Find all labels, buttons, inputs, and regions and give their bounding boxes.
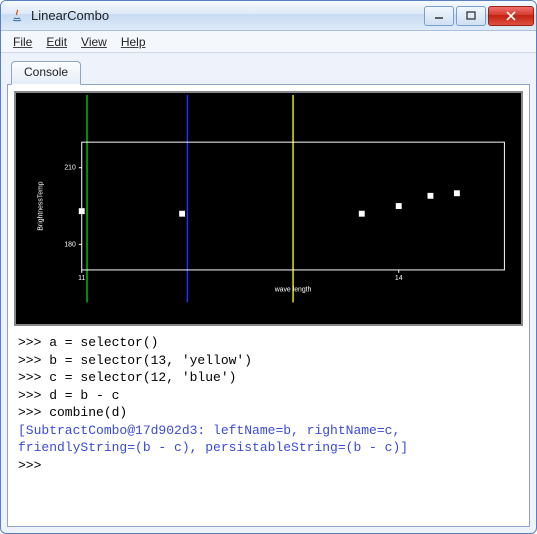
client-area: Console 180 210 11 14 wave length BrightnessT… [1, 53, 536, 533]
data-point [79, 208, 85, 214]
console-output-line: [SubtractCombo@17d902d3: leftName=b, rig… [18, 422, 519, 457]
maximize-button[interactable] [456, 6, 486, 26]
console-output[interactable]: >>> a = selector()>>> b = selector(13, '… [14, 326, 523, 520]
console-input-line: >>> [18, 457, 519, 475]
menubar: File Edit View Help [1, 31, 536, 53]
java-app-icon [9, 8, 25, 24]
data-point [179, 211, 185, 217]
plot-area[interactable]: 180 210 11 14 wave length BrightnessTemp [14, 91, 523, 326]
menu-view[interactable]: View [75, 33, 113, 51]
console-input-line: >>> a = selector() [18, 334, 519, 352]
console-input-line: >>> c = selector(12, 'blue') [18, 369, 519, 387]
menu-edit[interactable]: Edit [40, 33, 73, 51]
ylabel: BrightnessTemp [37, 181, 44, 230]
titlebar[interactable]: LinearCombo [1, 1, 536, 31]
data-point [427, 193, 433, 199]
data-point [359, 211, 365, 217]
console-input-line: >>> d = b - c [18, 387, 519, 405]
window-buttons [424, 6, 534, 26]
tabstrip: Console [7, 59, 530, 85]
menu-help[interactable]: Help [115, 33, 152, 51]
data-point [454, 190, 460, 196]
window-frame: LinearCombo File Edit View Help Console … [0, 0, 537, 534]
console-panel: 180 210 11 14 wave length BrightnessTemp >>> … [7, 85, 530, 527]
scatter-plot: 180 210 11 14 wave length BrightnessTemp [16, 93, 521, 324]
console-input-line: >>> b = selector(13, 'yellow') [18, 352, 519, 370]
svg-text:180: 180 [64, 241, 76, 248]
close-button[interactable] [488, 6, 534, 26]
window-title: LinearCombo [31, 8, 424, 23]
xlabel: wave length [274, 287, 312, 294]
tab-console[interactable]: Console [11, 61, 81, 85]
data-point [396, 203, 402, 209]
menu-file[interactable]: File [7, 33, 38, 51]
console-input-line: >>> combine(d) [18, 404, 519, 422]
svg-text:210: 210 [64, 165, 76, 172]
svg-text:11: 11 [78, 275, 85, 282]
svg-text:14: 14 [395, 275, 403, 282]
minimize-button[interactable] [424, 6, 454, 26]
